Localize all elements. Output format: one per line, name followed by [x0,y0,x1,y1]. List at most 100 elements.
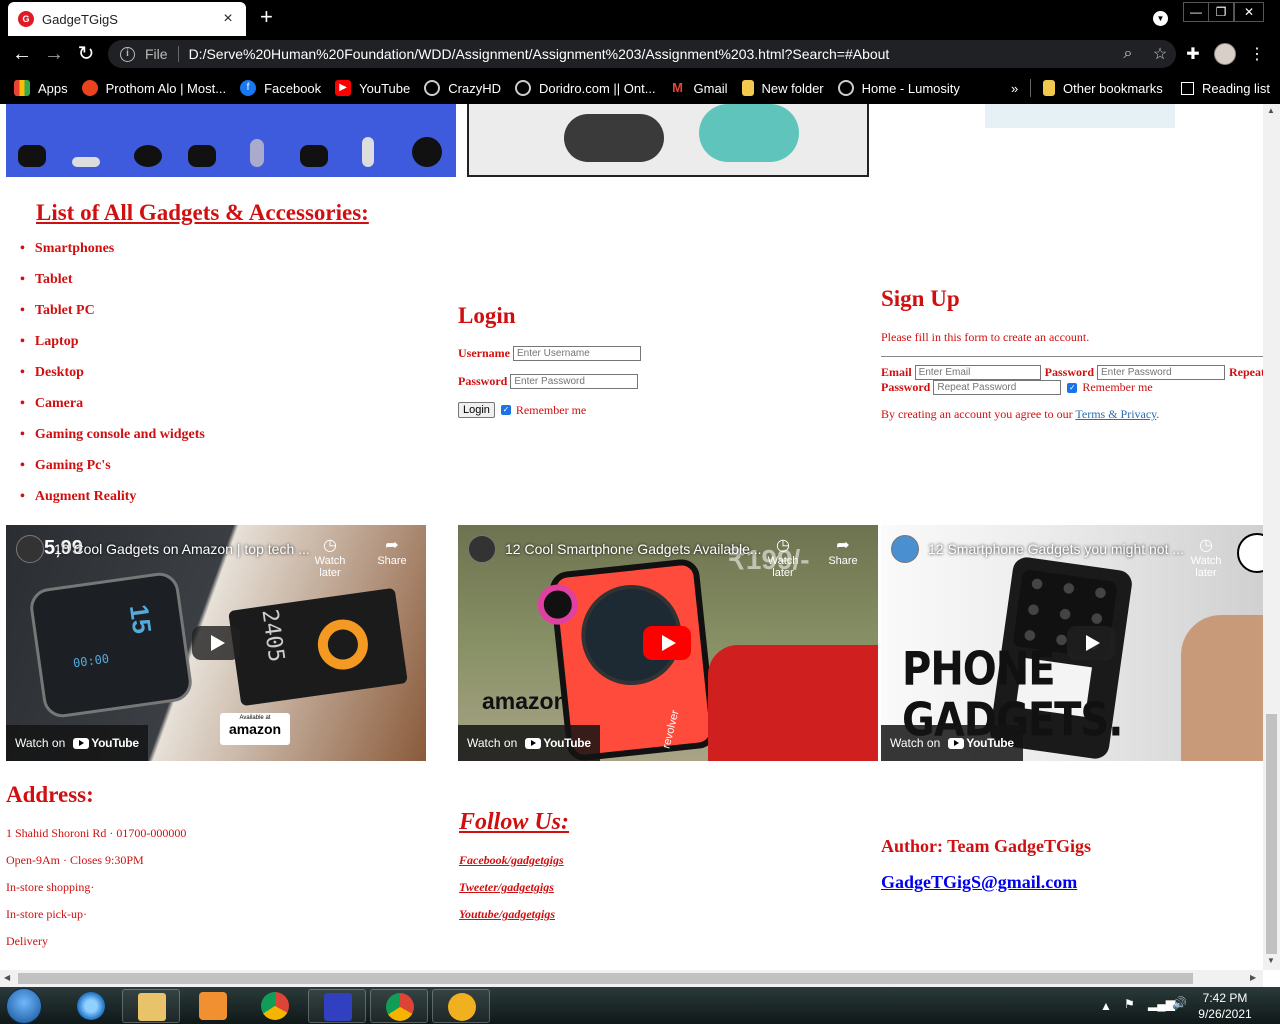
clock-date: 9/26/2021 [1198,1007,1252,1021]
taskbar-globe[interactable] [432,989,490,1023]
repeat-password-input[interactable] [933,380,1062,395]
taskbar-chrome[interactable] [246,989,304,1023]
password-input[interactable] [510,374,639,389]
watch-on-youtube[interactable]: Watch on YouTube [881,725,1023,761]
play-button[interactable] [1067,626,1115,660]
video-embed-2[interactable]: revolver ₹199/- amazon 12 Cool Smartphon… [458,525,878,761]
bookmark-doridro[interactable]: Doridro.com || Ont... [514,80,656,96]
list-item[interactable]: Tablet [20,272,205,303]
profile-avatar[interactable] [1214,43,1236,65]
scroll-down-icon[interactable]: ▼ [1267,956,1275,965]
list-item[interactable]: Gaming console and widgets [20,427,205,458]
menu-dots-icon[interactable]: ⋮ [1246,44,1268,66]
video-embed-3[interactable]: PHONE GADGETS. 12 Smartphone Gadgets you… [881,525,1263,761]
taskbar-clock[interactable]: 7:42 PM 9/26/2021 [1195,990,1255,1022]
twitter-link[interactable]: Tweeter/gadgetgigs [459,880,554,895]
facebook-link[interactable]: Facebook/gadgetgigs [459,853,564,868]
chevron-down-icon[interactable]: ▼ [1153,11,1168,26]
channel-avatar[interactable] [891,535,919,563]
timer-display: 00:00 [72,651,110,671]
vertical-scroll-thumb[interactable] [1266,714,1277,954]
bookmark-crazyhd[interactable]: CrazyHD [424,80,501,96]
watch-on-youtube[interactable]: Watch on YouTube [6,725,148,761]
youtube-wordmark: YouTube [543,736,591,750]
youtube-link[interactable]: Youtube/gadgetgigs [459,907,555,922]
browser-tab[interactable]: G GadgeTGigS × [8,2,246,36]
list-item[interactable]: Camera [20,396,205,427]
video-title[interactable]: 10 Cool Gadgets on Amazon | top tech ... [54,541,310,557]
folder-icon [741,80,754,96]
taskbar-media-player[interactable] [184,989,242,1023]
watch-on-youtube[interactable]: Watch on YouTube [458,725,600,761]
signup-password-input[interactable] [1097,364,1226,380]
back-button[interactable]: ← [10,42,34,66]
folder-icon [1043,80,1055,96]
horizontal-scroll-thumb[interactable] [18,973,1193,984]
minimize-button[interactable]: — [1183,2,1209,22]
zoom-icon[interactable]: ⌕ [1112,45,1144,63]
forward-button[interactable]: → [42,42,66,66]
bookmark-apps[interactable]: Apps [14,80,68,96]
watch-later-button[interactable]: ◷ Watch later [756,535,810,579]
username-input[interactable] [512,346,641,361]
scroll-right-icon[interactable]: ▶ [1250,973,1256,982]
reading-list-button[interactable]: Reading list [1181,72,1270,104]
play-button[interactable] [192,626,240,660]
reload-button[interactable]: ↻ [74,42,98,66]
bookmark-prothom-alo[interactable]: Prothom Alo | Most... [81,80,226,96]
new-tab-button[interactable]: + [260,6,273,28]
address-bar[interactable]: i File D:/Serve%20Human%20Foundation/WDD… [108,40,1176,68]
network-signal-icon[interactable]: ▂▄▆ [1148,997,1175,1011]
list-item[interactable]: Tablet PC [20,303,205,334]
watch-later-button[interactable]: ◷ Watch later [303,535,357,579]
start-button[interactable] [6,988,42,1024]
taskbar-explorer[interactable] [122,989,180,1023]
info-icon[interactable]: i [120,46,135,62]
watch-later-button[interactable]: ◷ Watch later [1179,535,1233,579]
tab-title: GadgeTGigS [42,11,118,27]
vertical-scrollbar[interactable]: ▲ ▼ [1263,104,1280,970]
list-item[interactable]: Smartphones [20,241,205,272]
taskbar-ie[interactable] [62,989,120,1023]
scroll-left-icon[interactable]: ◀ [4,973,10,982]
list-item[interactable]: Augment Reality [20,489,205,520]
horizontal-scrollbar[interactable]: ◀ ▶ [0,970,1263,987]
video-title[interactable]: 12 Cool Smartphone Gadgets Available... [505,541,762,557]
share-button[interactable]: ➦ Share [816,535,870,567]
tray-arrow-icon[interactable]: ▲ [1100,999,1112,1013]
remember-me-checkbox[interactable]: ✓ [500,405,511,415]
bookmarks-overflow-button[interactable]: » [1011,72,1018,104]
extensions-puzzle-icon[interactable]: ✚ [1182,44,1204,66]
action-center-flag-icon[interactable]: ⚑ [1124,997,1135,1011]
url-text[interactable]: D:/Serve%20Human%20Foundation/WDD/Assign… [189,46,1112,62]
login-button[interactable]: Login [458,402,495,418]
share-button[interactable]: ➦ Share [365,535,419,567]
volume-icon[interactable]: 🔊 [1172,996,1187,1010]
taskbar-game[interactable] [308,989,366,1023]
other-bookmarks-button[interactable]: Other bookmarks [1043,72,1163,104]
channel-avatar[interactable] [16,535,44,563]
signup-remember-checkbox[interactable]: ✓ [1067,382,1078,393]
bookmark-facebook[interactable]: f Facebook [240,80,321,96]
author-email-link[interactable]: GadgeTGigS@gmail.com [881,872,1077,893]
list-item[interactable]: Laptop [20,334,205,365]
terms-link[interactable]: Terms & Privacy [1075,407,1156,421]
bookmark-gmail[interactable]: M Gmail [670,80,727,96]
bookmark-youtube[interactable]: ▶ YouTube [335,80,410,96]
list-item[interactable]: Desktop [20,365,205,396]
scroll-up-icon[interactable]: ▲ [1267,106,1275,115]
channel-avatar[interactable] [468,535,496,563]
tab-close-icon[interactable]: × [220,10,236,28]
star-icon[interactable]: ☆ [1144,44,1176,64]
play-button[interactable] [643,626,691,660]
video-embed-1[interactable]: 00:00 15 2405 Available at amazon 5,99 1… [6,525,426,761]
email-input[interactable] [914,364,1041,380]
restore-button[interactable]: ❐ [1208,2,1234,22]
video-title[interactable]: 12 Smartphone Gadgets you might not ... [928,541,1184,557]
taskbar-chrome-active[interactable] [370,989,428,1023]
close-window-button[interactable]: ✕ [1234,2,1264,22]
bookmark-lumosity[interactable]: Home - Lumosity [837,80,960,96]
list-item[interactable]: Gaming Pc's [20,458,205,489]
bookmark-new-folder[interactable]: New folder [741,80,824,96]
watch-later-label: Watch later [1190,555,1222,579]
